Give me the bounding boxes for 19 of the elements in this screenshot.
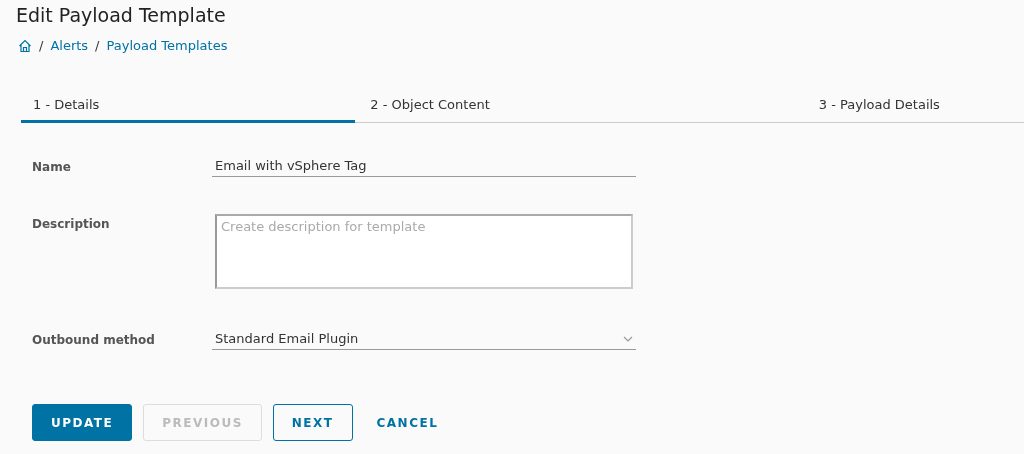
- chevron-down-icon: [623, 335, 633, 342]
- wizard-tab[interactable]: 1 - Details: [21, 97, 356, 123]
- breadcrumb-separator: /: [95, 38, 100, 53]
- home-icon[interactable]: [18, 38, 32, 53]
- text-button[interactable]: CANCEL: [363, 404, 452, 441]
- field-label: Name: [32, 159, 72, 176]
- breadcrumb-link[interactable]: Payload Templates: [106, 38, 228, 53]
- field-label: Description: [32, 216, 111, 233]
- action-button[interactable]: UPDATE: [32, 404, 133, 441]
- description-field[interactable]: Create description for template: [215, 214, 633, 289]
- outbound-method-select[interactable]: Standard Email Plugin: [212, 329, 636, 350]
- name-field[interactable]: Email with vSphere Tag: [212, 156, 636, 177]
- breadcrumb-separator: /: [39, 38, 44, 53]
- page-title: Edit Payload Template: [16, 4, 227, 26]
- field-label: Outbound method: [32, 332, 156, 349]
- action-button[interactable]: NEXT: [272, 404, 353, 441]
- wizard-tab[interactable]: 3 - Payload Details: [689, 97, 1024, 123]
- breadcrumb-link[interactable]: Alerts: [50, 38, 89, 53]
- wizard-tab[interactable]: 2 - Object Content: [355, 97, 690, 123]
